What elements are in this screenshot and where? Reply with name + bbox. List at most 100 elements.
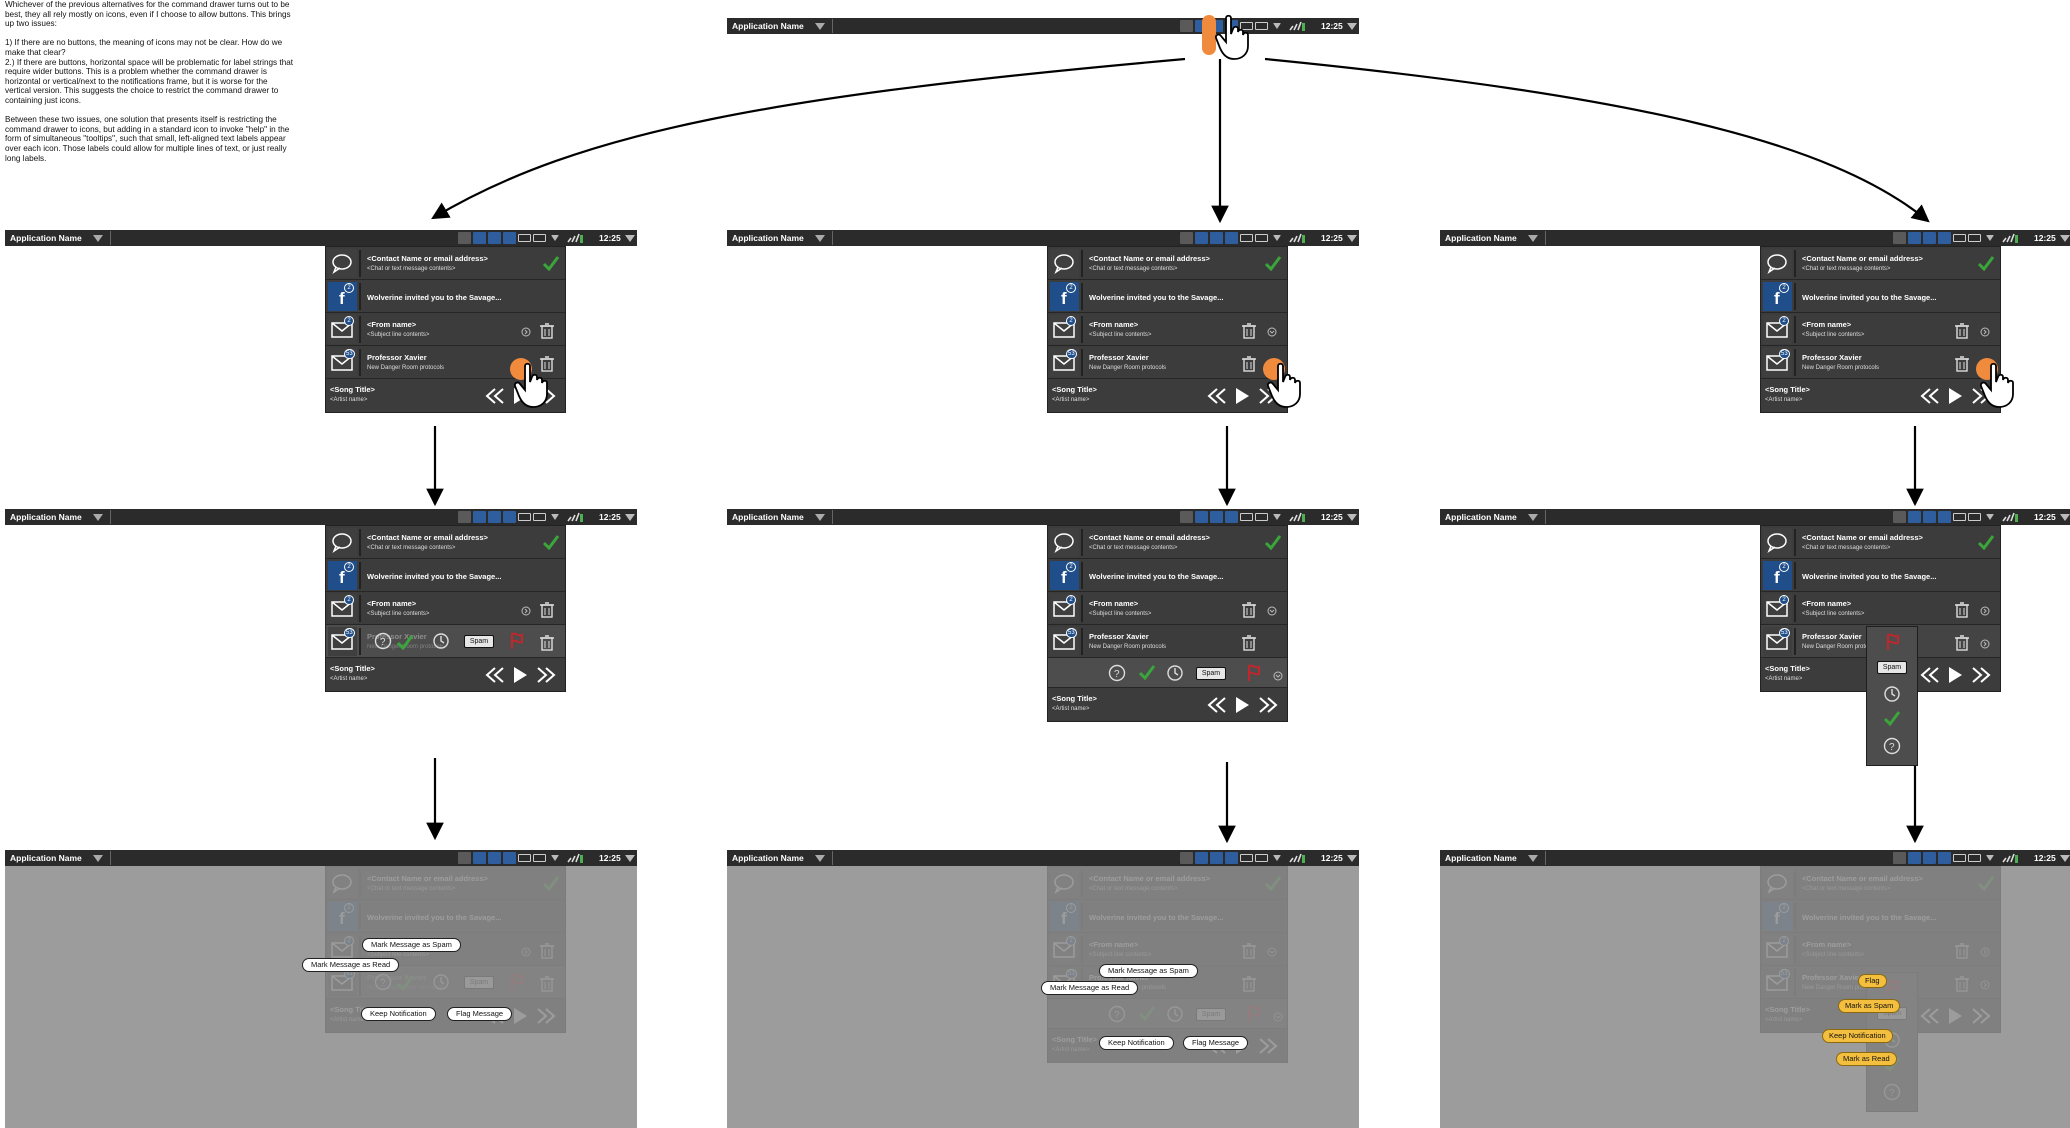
facebook-notification[interactable]: f 2 Wolverine invited you to the Savage.… xyxy=(1048,559,1287,592)
expand-icon[interactable] xyxy=(1980,603,1990,621)
notify-app-icon[interactable] xyxy=(1893,511,1906,523)
check-icon[interactable] xyxy=(396,634,414,655)
mail-icon[interactable] xyxy=(1968,854,1981,862)
fast-forward-icon[interactable] xyxy=(536,666,556,684)
help-icon[interactable]: ? xyxy=(1883,737,1901,760)
vertical-command-drawer[interactable]: Spam? xyxy=(1866,626,1918,766)
play-icon[interactable] xyxy=(1234,387,1250,405)
mail-notification[interactable]: 2 <From name> <Subject line contents> xyxy=(326,592,565,625)
snooze-icon[interactable] xyxy=(1883,685,1901,708)
help-icon[interactable]: ? xyxy=(374,632,392,655)
system-menu-icon[interactable] xyxy=(625,514,635,521)
help-overlay[interactable] xyxy=(1440,866,2070,1128)
mail-notification[interactable]: 2 <From name> <Subject line contents> xyxy=(326,313,565,346)
flag-icon[interactable] xyxy=(1884,633,1900,656)
check-icon[interactable] xyxy=(1138,664,1156,685)
notify-app-icon[interactable] xyxy=(1893,232,1906,244)
facebook-notification[interactable]: f 2 Wolverine invited you to the Savage.… xyxy=(1761,280,2000,313)
amazon-icon[interactable] xyxy=(1923,232,1936,244)
collapse-icon[interactable] xyxy=(1273,668,1283,686)
expand-icon[interactable] xyxy=(1980,324,1990,342)
status-bar[interactable]: Application Name 12:25 xyxy=(727,509,1359,525)
expand-icon[interactable] xyxy=(1980,636,1990,654)
chat-notification[interactable]: <Contact Name or email address> <Chat or… xyxy=(1048,247,1287,280)
snooze-icon[interactable] xyxy=(1166,664,1184,687)
notify-expand-icon[interactable] xyxy=(1273,235,1281,241)
media-player[interactable]: <Song Title> <Artist name> xyxy=(1048,379,1287,412)
chat-notification[interactable]: <Contact Name or email address> <Chat or… xyxy=(1761,526,2000,559)
mail-icon[interactable] xyxy=(518,854,531,862)
xavier-notification[interactable]: 53 Professor Xavier New Danger Room prot… xyxy=(326,625,565,658)
system-menu-icon[interactable] xyxy=(1347,855,1357,862)
spam-button[interactable]: Spam xyxy=(464,635,494,648)
notify-expand-icon[interactable] xyxy=(551,855,559,861)
check-icon[interactable] xyxy=(1977,255,1995,271)
mail-icon[interactable] xyxy=(1953,234,1966,242)
help-overlay[interactable] xyxy=(727,866,1359,1128)
notify-expand-icon[interactable] xyxy=(1986,235,1994,241)
linkedin-icon[interactable] xyxy=(1908,852,1921,864)
spam-button[interactable]: Spam xyxy=(1877,661,1907,674)
mail-icon[interactable] xyxy=(533,513,546,521)
status-bar[interactable]: Application Name 12:25 xyxy=(1440,509,2070,525)
check-icon[interactable] xyxy=(1264,255,1282,271)
expand-icon[interactable] xyxy=(521,324,531,342)
notify-app-icon[interactable] xyxy=(1893,852,1906,864)
mail-icon[interactable] xyxy=(1255,22,1268,30)
mail-icon[interactable] xyxy=(1255,513,1268,521)
rewind-icon[interactable] xyxy=(1207,696,1227,714)
amazon-icon[interactable] xyxy=(1210,232,1223,244)
media-player[interactable]: <Song Title> <Artist name> xyxy=(1048,688,1287,721)
app-menu-icon[interactable] xyxy=(1528,855,1538,862)
linkedin-icon[interactable] xyxy=(473,511,486,523)
facebook-icon[interactable] xyxy=(1938,852,1951,864)
facebook-icon[interactable] xyxy=(503,511,516,523)
notify-expand-icon[interactable] xyxy=(551,235,559,241)
status-bar[interactable]: Application Name 12:25 xyxy=(727,18,1359,34)
fast-forward-icon[interactable] xyxy=(1258,696,1278,714)
mail-icon[interactable] xyxy=(1255,854,1268,862)
app-menu-icon[interactable] xyxy=(93,514,103,521)
flag-icon[interactable] xyxy=(508,632,524,655)
facebook-notification[interactable]: f 2 Wolverine invited you to the Savage.… xyxy=(326,280,565,313)
check-icon[interactable] xyxy=(1883,710,1901,731)
play-icon[interactable] xyxy=(1947,666,1963,684)
xavier-notification[interactable]: 53 Professor Xavier New Danger Room prot… xyxy=(1048,625,1287,658)
linkedin-icon[interactable] xyxy=(1195,852,1208,864)
app-menu-icon[interactable] xyxy=(1528,235,1538,242)
facebook-notification[interactable]: f 2 Wolverine invited you to the Savage.… xyxy=(1761,559,2000,592)
trash-icon[interactable] xyxy=(1954,322,1970,344)
command-drawer[interactable]: ? Spam xyxy=(1048,658,1287,688)
system-menu-icon[interactable] xyxy=(2060,514,2070,521)
status-bar[interactable]: Application Name 12:25 xyxy=(1440,850,2070,866)
rewind-icon[interactable] xyxy=(1920,666,1940,684)
mail-icon[interactable] xyxy=(1953,854,1966,862)
facebook-icon[interactable] xyxy=(1225,232,1238,244)
check-icon[interactable] xyxy=(542,255,560,271)
rewind-icon[interactable] xyxy=(485,387,505,405)
mail-icon[interactable] xyxy=(533,234,546,242)
mail-icon[interactable] xyxy=(1953,513,1966,521)
spam-button[interactable]: Spam xyxy=(1196,667,1226,680)
check-icon[interactable] xyxy=(1264,534,1282,550)
mail-notification[interactable]: 2 <From name> <Subject line contents> xyxy=(1761,592,2000,625)
check-icon[interactable] xyxy=(1977,534,1995,550)
notify-app-icon[interactable] xyxy=(458,511,471,523)
linkedin-icon[interactable] xyxy=(1908,511,1921,523)
fast-forward-icon[interactable] xyxy=(1971,666,1991,684)
check-icon[interactable] xyxy=(542,534,560,550)
mail-icon[interactable] xyxy=(1240,513,1253,521)
app-menu-icon[interactable] xyxy=(93,855,103,862)
notify-expand-icon[interactable] xyxy=(551,514,559,520)
play-icon[interactable] xyxy=(1234,696,1250,714)
notify-app-icon[interactable] xyxy=(1180,20,1193,32)
status-bar[interactable]: Application Name 12:25 xyxy=(727,230,1359,246)
notify-expand-icon[interactable] xyxy=(1273,23,1281,29)
amazon-icon[interactable] xyxy=(1923,511,1936,523)
facebook-icon[interactable] xyxy=(1225,852,1238,864)
trash-icon[interactable] xyxy=(539,634,555,656)
amazon-icon[interactable] xyxy=(488,511,501,523)
linkedin-icon[interactable] xyxy=(1195,511,1208,523)
rewind-icon[interactable] xyxy=(485,666,505,684)
notify-app-icon[interactable] xyxy=(458,232,471,244)
